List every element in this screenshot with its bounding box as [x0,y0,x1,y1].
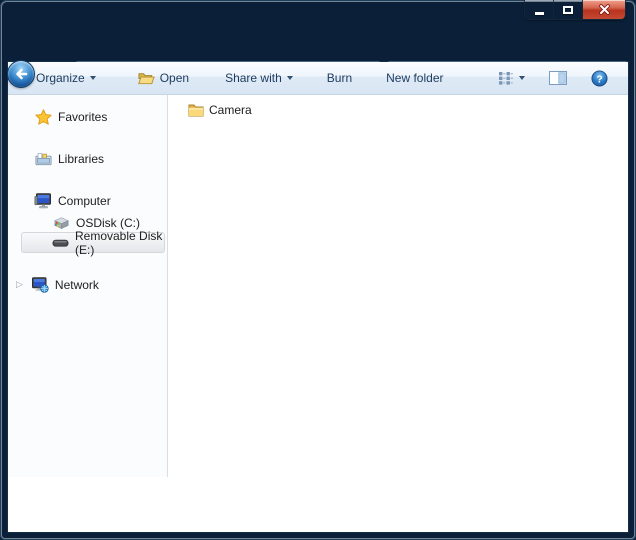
command-toolbar: Organize Open Share with Burn New folder [8,62,628,95]
libraries-icon [34,152,52,166]
star-icon [34,109,52,125]
client-area: Organize Open Share with Burn New folder [8,62,628,532]
sidebar-item-favorites[interactable]: Favorites [8,106,165,127]
expand-arrow-icon[interactable]: ▷ [16,279,23,290]
explorer-window: « Removable Disk (E:) ▸ DCIM ▸ [0,0,636,540]
back-button[interactable] [7,60,35,88]
computer-icon [34,193,52,209]
file-item-label: Camera [209,103,252,117]
hard-disk-icon [52,216,70,230]
file-item-camera[interactable]: Camera [185,101,260,119]
new-folder-button[interactable]: New folder [380,67,449,89]
preview-pane-icon [549,71,567,85]
change-view-button[interactable] [491,67,531,89]
burn-label: Burn [327,71,352,85]
titlebar[interactable] [0,0,636,28]
help-glyph: ? [596,74,602,85]
dropdown-arrow-icon [519,76,525,80]
close-button[interactable] [583,0,625,19]
folder-icon [188,103,204,117]
content-area: Favorites Libraries [8,95,628,477]
burn-button[interactable]: Burn [321,67,358,89]
sidebar-item-computer[interactable]: Computer [8,190,165,211]
sidebar-label: Network [55,278,99,292]
sidebar-item-libraries[interactable]: Libraries [8,148,165,169]
dropdown-arrow-icon [287,76,293,80]
sidebar-label: Removable Disk (E:) [75,229,164,257]
file-list-area[interactable]: Camera [168,95,628,477]
new-folder-label: New folder [386,71,443,85]
sidebar-label: Favorites [58,110,107,124]
share-with-button[interactable]: Share with [219,67,299,89]
sidebar-label: Libraries [58,152,104,166]
minimize-button[interactable] [525,0,554,19]
views-icon [497,71,514,85]
back-arrow-icon [13,66,29,82]
dropdown-arrow-icon [90,76,96,80]
navigation-pane: Favorites Libraries [8,95,168,477]
window-controls [524,0,626,20]
open-label: Open [160,71,189,85]
help-icon: ? [591,70,608,87]
minimize-icon [535,12,544,15]
organize-button[interactable]: Organize [30,67,102,89]
sidebar-label: OSDisk (C:) [76,216,140,230]
navigation-row: « Removable Disk (E:) ▸ DCIM ▸ [0,28,636,62]
sidebar-item-removable-disk[interactable]: Removable Disk (E:) [21,232,165,253]
network-icon [31,277,49,293]
sidebar-label: Computer [58,194,111,208]
preview-pane-button[interactable] [543,67,573,89]
toolbar-right-group: ? [491,66,614,91]
close-icon [598,3,611,16]
open-folder-icon [138,71,155,85]
open-button[interactable]: Open [132,67,195,89]
sidebar-item-network[interactable]: ▷ Network [8,274,165,295]
organize-label: Organize [36,71,85,85]
maximize-icon [563,6,573,14]
help-button[interactable]: ? [585,66,614,91]
removable-drive-icon [51,238,69,248]
share-with-label: Share with [225,71,282,85]
maximize-button[interactable] [554,0,583,19]
